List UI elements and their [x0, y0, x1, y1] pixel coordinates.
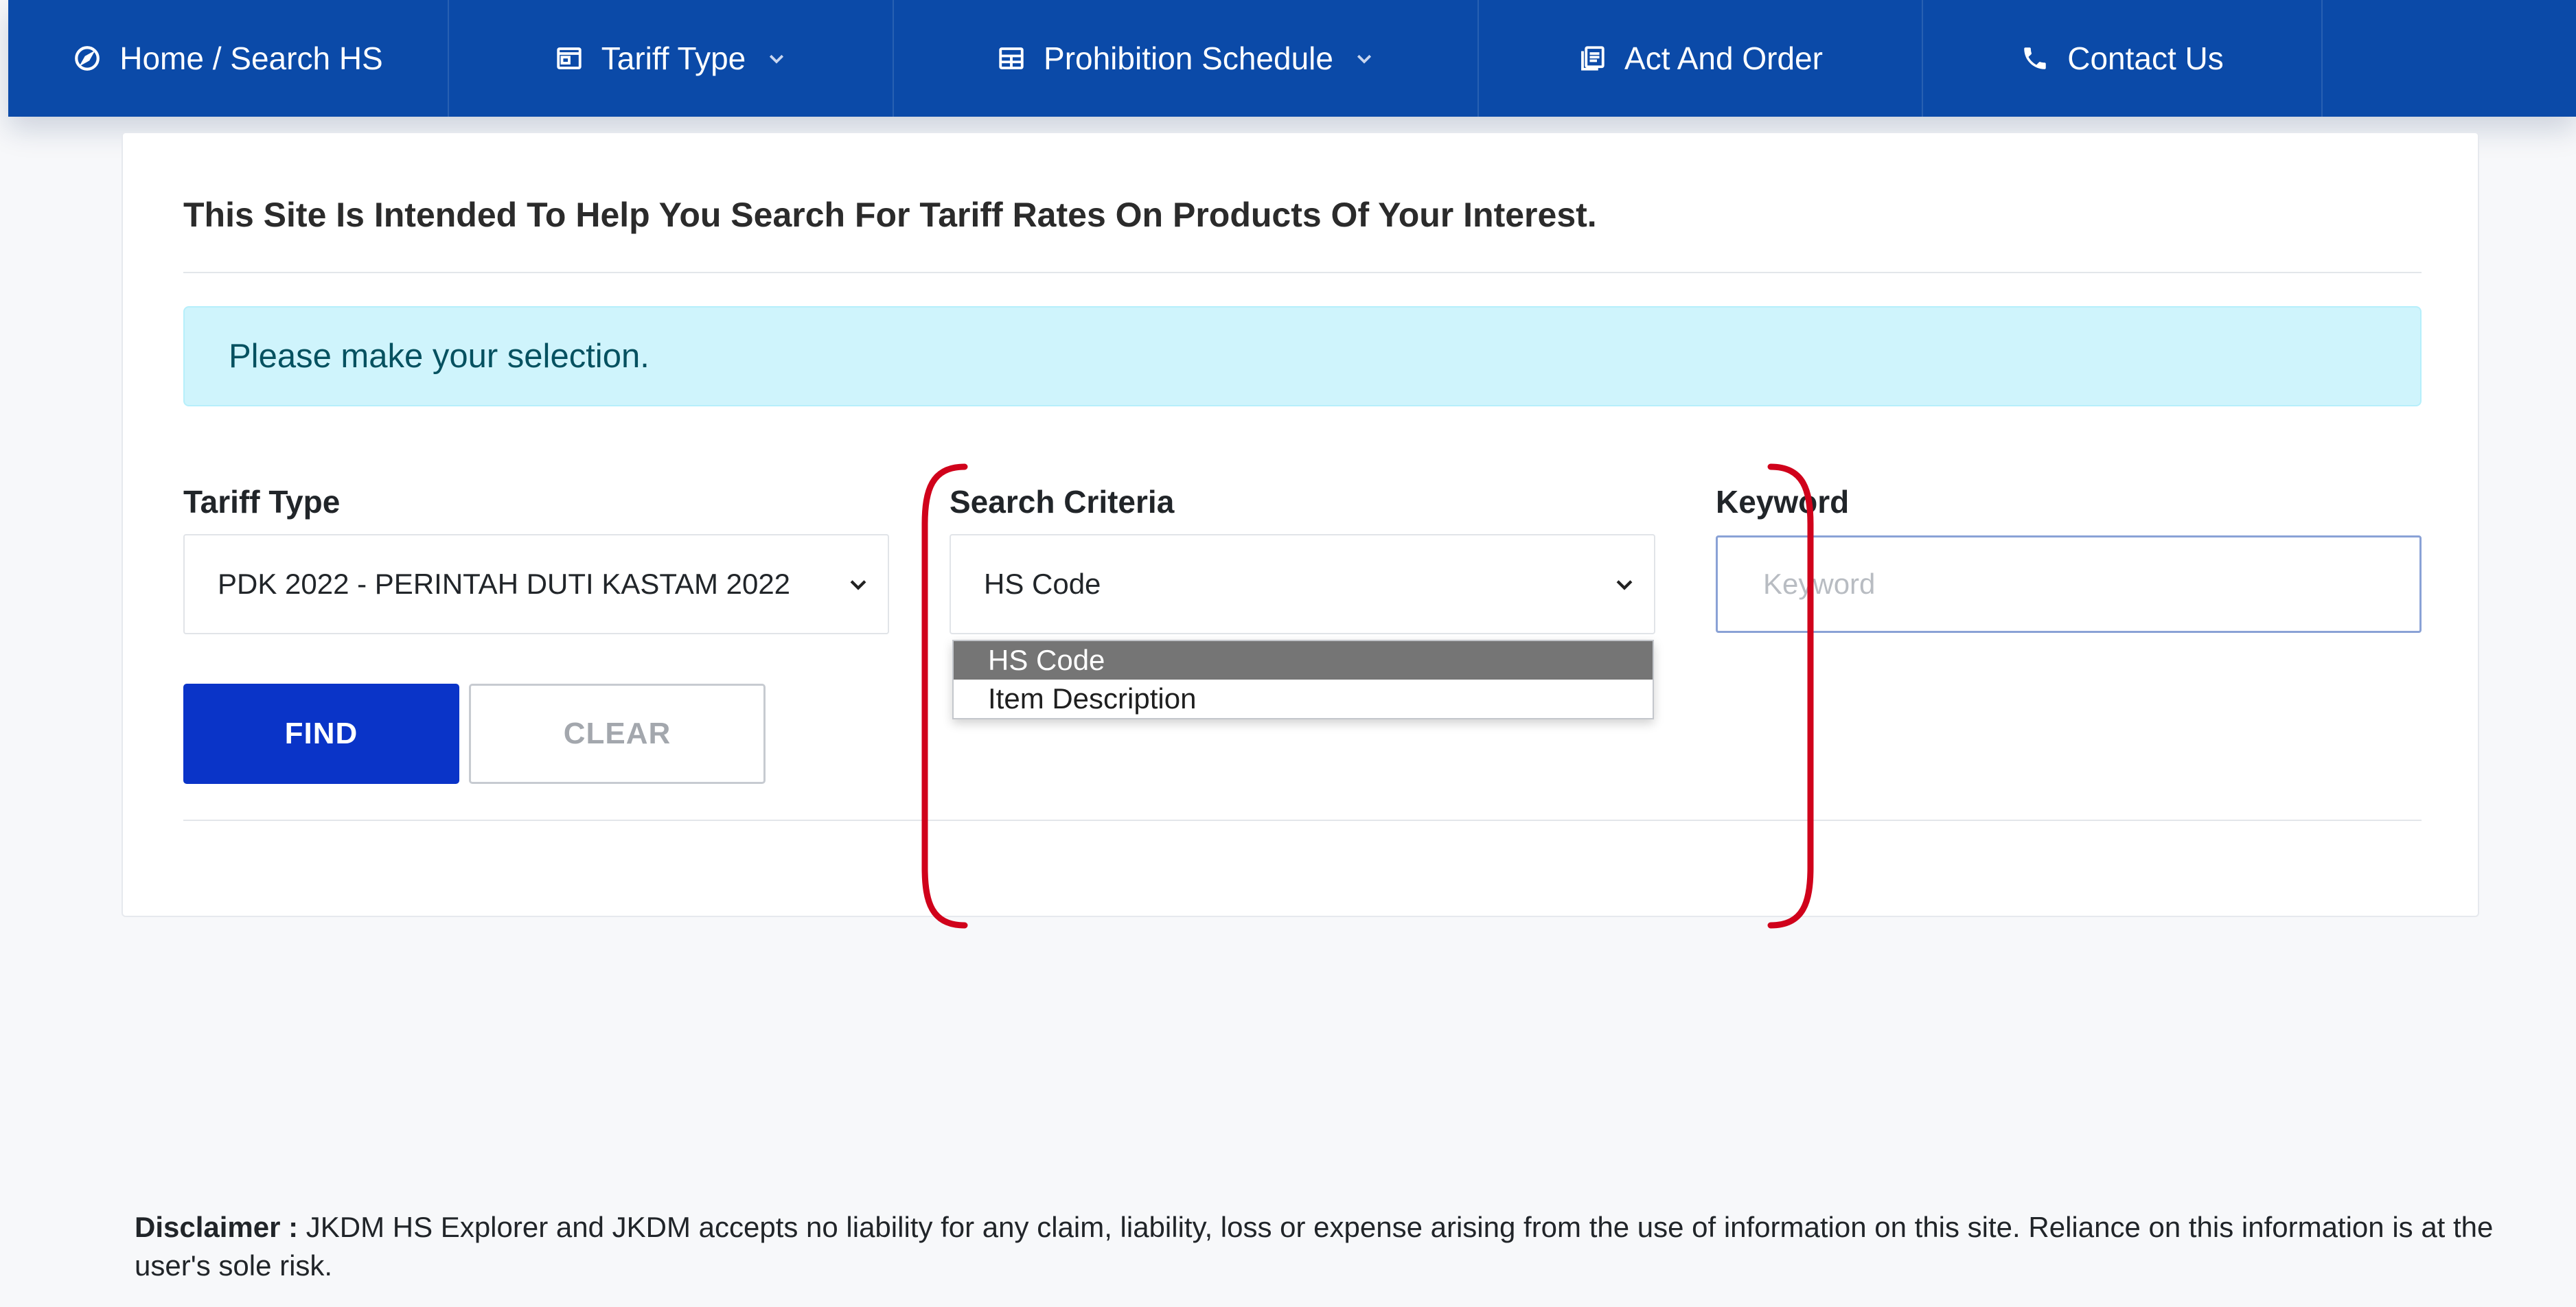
option-item-description[interactable]: Item Description — [954, 680, 1653, 718]
search-criteria-select[interactable]: HS Code — [950, 534, 1655, 634]
search-criteria-selected-value: HS Code — [984, 568, 1101, 600]
search-criteria-label: Search Criteria — [950, 484, 1175, 520]
info-alert: Please make your selection. — [183, 306, 2422, 406]
chevron-down-icon — [770, 54, 784, 64]
divider — [183, 820, 2422, 821]
disclaimer: Disclaimer : JKDM HS Explorer and JKDM a… — [135, 1208, 2496, 1285]
chevron-down-icon — [1616, 580, 1633, 590]
disclaimer-label: Disclaimer : — [135, 1211, 299, 1243]
nav-tariff-type-label: Tariff Type — [601, 41, 746, 76]
intro-heading: This Site Is Intended To Help You Search… — [183, 196, 1597, 234]
find-button[interactable]: FIND — [183, 684, 459, 784]
tariff-type-selected-value: PDK 2022 - PERINTAH DUTI KASTAM 2022 — [218, 568, 791, 600]
search-card: This Site Is Intended To Help You Search… — [122, 132, 2479, 929]
top-navbar: Home / Search HS Tariff Type Prohibition… — [8, 0, 2576, 117]
divider — [183, 272, 2422, 273]
nav-home-search[interactable]: Home / Search HS — [8, 0, 449, 117]
search-criteria-dropdown: HS Code Item Description — [952, 640, 1654, 719]
compass-icon — [75, 46, 100, 71]
keyword-label: Keyword — [1716, 484, 1850, 520]
nav-prohibition-schedule[interactable]: Prohibition Schedule — [894, 0, 1479, 117]
nav-contact-us[interactable]: Contact Us — [1923, 0, 2323, 117]
nav-home-label: Home / Search HS — [119, 41, 383, 76]
keyword-input[interactable] — [1716, 535, 2422, 633]
documents-icon — [1581, 46, 1605, 71]
nav-tariff-type[interactable]: Tariff Type — [449, 0, 894, 117]
option-hs-code[interactable]: HS Code — [954, 641, 1653, 680]
chevron-down-icon — [1357, 54, 1372, 64]
nav-prohibition-schedule-label: Prohibition Schedule — [1044, 41, 1333, 76]
table-icon — [999, 47, 1024, 69]
nav-act-and-order[interactable]: Act And Order — [1479, 0, 1923, 117]
nav-contact-us-label: Contact Us — [2067, 41, 2224, 76]
nav-act-and-order-label: Act And Order — [1624, 41, 1823, 76]
chevron-down-icon — [850, 580, 866, 590]
tariff-type-label: Tariff Type — [183, 484, 341, 520]
clear-button[interactable]: CLEAR — [469, 684, 766, 784]
window-icon — [557, 47, 582, 69]
tariff-type-select[interactable]: PDK 2022 - PERINTAH DUTI KASTAM 2022 — [183, 534, 889, 634]
phone-icon — [2024, 47, 2046, 69]
disclaimer-text: JKDM HS Explorer and JKDM accepts no lia… — [135, 1211, 2494, 1282]
